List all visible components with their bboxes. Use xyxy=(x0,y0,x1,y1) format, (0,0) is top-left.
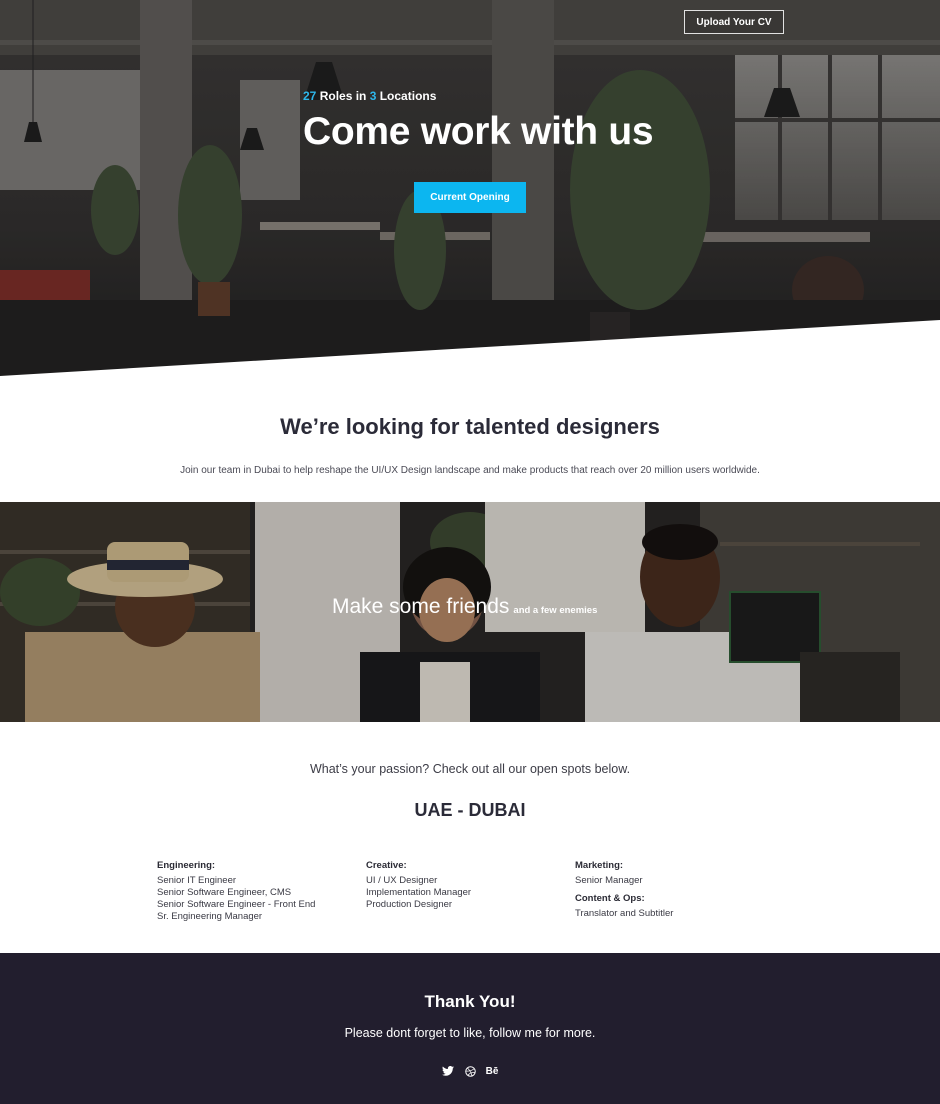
job-link[interactable]: Senior Software Engineer - Front End xyxy=(157,899,315,911)
job-link[interactable]: Senior Manager xyxy=(575,875,643,887)
intro-title: We’re looking for talented designers xyxy=(280,414,660,439)
job-link[interactable]: Sr. Engineering Manager xyxy=(157,911,315,923)
twitter-icon[interactable] xyxy=(442,1064,454,1078)
roles-count: 27 xyxy=(303,89,317,103)
behance-icon[interactable]: Bē xyxy=(485,1064,499,1078)
current-opening-button[interactable]: Current Opening xyxy=(414,182,526,213)
dept-name-engineering: Engineering: xyxy=(157,860,216,871)
job-link[interactable]: Production Designer xyxy=(366,899,471,911)
job-column-creative: Creative: UI / UX Designer Implementatio… xyxy=(366,860,471,911)
footer-thanks: Thank You! xyxy=(424,992,516,1011)
job-column-content-ops: Content & Ops: Translator and Subtitler xyxy=(575,893,673,920)
hero-section: Upload Your CV 27 Roles in 3 Locations C… xyxy=(0,0,940,376)
hero-title: Come work with us xyxy=(303,110,654,153)
job-link[interactable]: Senior Software Engineer, CMS xyxy=(157,887,315,899)
upload-cv-button[interactable]: Upload Your CV xyxy=(684,10,784,34)
intro-text: Join our team in Dubai to help reshape t… xyxy=(180,465,760,476)
dribbble-icon[interactable] xyxy=(464,1064,476,1078)
job-link[interactable]: UI / UX Designer xyxy=(366,875,471,887)
job-link[interactable]: Translator and Subtitler xyxy=(575,908,673,920)
passion-text: What’s your passion? Check out all our o… xyxy=(309,762,631,776)
job-column-engineering: Engineering: Senior IT Engineer Senior S… xyxy=(157,860,315,923)
job-link[interactable]: Implementation Manager xyxy=(366,887,471,899)
friends-heading: Make some friends and a few enemies xyxy=(332,595,597,619)
job-column-marketing: Marketing: Senior Manager xyxy=(575,860,643,887)
friends-title: Make some friends xyxy=(332,595,510,618)
footer-follow-text: Please dont forget to like, follow me fo… xyxy=(344,1026,596,1040)
dept-name-content-ops: Content & Ops: xyxy=(575,893,645,904)
location-heading: UAE - DUBAI xyxy=(414,800,526,820)
dept-name-marketing: Marketing: xyxy=(575,860,624,871)
dept-name-creative: Creative: xyxy=(366,860,407,871)
job-link[interactable]: Senior IT Engineer xyxy=(157,875,315,887)
roles-summary: 27 Roles in 3 Locations xyxy=(303,89,437,103)
friends-subtitle: and a few enemies xyxy=(513,605,598,616)
